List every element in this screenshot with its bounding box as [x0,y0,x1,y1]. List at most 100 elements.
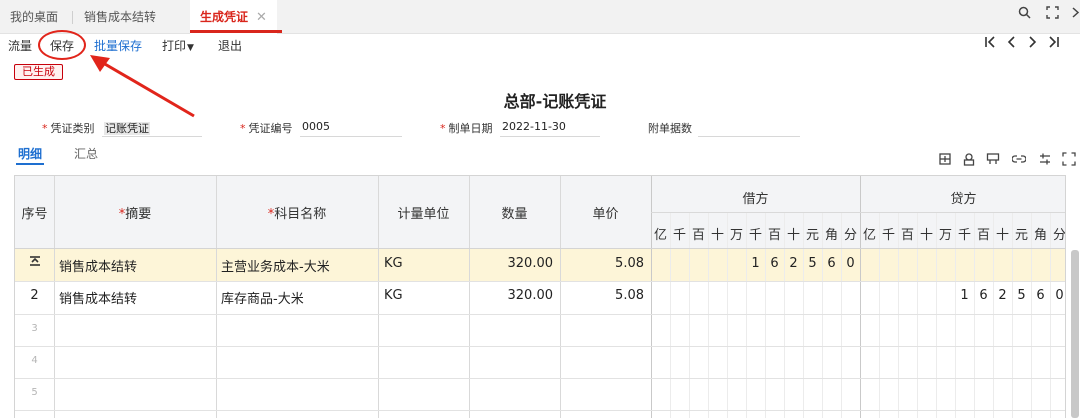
header-summary: *摘要 [118,207,152,222]
insert-row-icon[interactable] [938,152,952,170]
digit-col-sep [708,212,709,418]
row-2-seq: 2 [30,288,39,303]
voucher-type-label: * 凭证类别 [42,122,95,135]
debit-digit-header: 千 [672,228,686,243]
row-3-seq: 3 [31,323,38,334]
header-bottom [15,248,1065,249]
tab-generate-voucher[interactable]: 生成凭证 ✕ [190,0,277,34]
credit-digit-header: 千 [957,228,971,243]
row-1-debit-digit: 0 [846,256,855,271]
tab-desktop[interactable]: 我的桌面 [10,0,58,34]
digit-col-sep [1050,212,1051,418]
credit-digit-header: 千 [881,228,895,243]
credit-digit-header: 万 [938,228,952,243]
row-line [15,346,1065,347]
row-5-seq: 5 [31,387,38,398]
close-icon[interactable]: ✕ [256,10,267,25]
debit-digit-header: 元 [805,228,819,243]
row-2-credit-digit: 0 [1055,288,1064,303]
digit-col-sep [974,212,975,418]
subtab-detail[interactable]: 明细 [18,145,42,162]
exit-button[interactable]: 退出 [218,37,242,54]
debit-digit-header: 千 [748,228,762,243]
digit-col-sep [746,212,747,418]
annotation-circle [38,30,86,60]
close-icon[interactable] [1072,6,1080,23]
digit-col-sep [879,212,880,418]
active-tab-indicator [190,30,282,33]
link-icon[interactable] [1011,152,1027,170]
voucher-date-label: * 制单日期 [440,122,493,135]
fullscreen-icon[interactable] [1062,152,1076,170]
adjust-icon[interactable] [1038,152,1052,170]
debit-digit-header: 亿 [653,228,667,243]
first-record-icon[interactable] [984,35,996,53]
last-record-icon[interactable] [1048,35,1060,53]
row-drag-icon[interactable] [15,255,54,271]
prev-record-icon[interactable] [1006,35,1016,53]
row-4-seq: 4 [31,355,38,366]
attachment-count-underline [698,136,800,137]
search-icon[interactable] [1018,6,1031,23]
digit-col-sep [670,212,671,418]
tab-bar: 我的桌面 销售成本结转 生成凭证 ✕ [0,0,1080,34]
col-sep [216,176,217,418]
copy-icon[interactable] [962,152,976,170]
row-line [15,281,1065,282]
header-split [651,212,1065,213]
credit-digit-header: 元 [1014,228,1028,243]
row-1-unit[interactable]: KG [384,256,403,271]
row-1-debit-digit: 6 [770,256,779,271]
row-2-qty[interactable]: 320.00 [469,288,554,303]
attachment-count-label: 附单据数 [648,122,692,135]
digit-col-sep [1012,212,1013,418]
page-title: 总部-记账凭证 [503,92,607,111]
row-1-qty[interactable]: 320.00 [469,256,554,271]
header-account: *科目名称 [267,207,327,222]
row-line [15,314,1065,315]
template-icon[interactable] [986,152,1000,170]
row-1-price[interactable]: 5.08 [560,256,644,271]
row-2-account[interactable]: 库存商品-大米 [221,288,304,307]
row-1-debit-digit: 6 [827,256,836,271]
voucher-date-underline [500,136,600,137]
row-1-summary[interactable]: 销售成本结转 [59,256,137,275]
row-2-credit-digit: 5 [1017,288,1026,303]
digit-col-sep [898,212,899,418]
voucher-number-field[interactable]: 0005 [302,120,330,133]
row-line [15,410,1065,411]
next-record-icon[interactable] [1028,35,1038,53]
digit-col-sep [993,212,994,418]
debit-digit-header: 角 [824,228,838,243]
row-2-credit-digit: 6 [1036,288,1045,303]
tab-divider [72,11,73,24]
row-2-price[interactable]: 5.08 [560,288,644,303]
row-2-unit[interactable]: KG [384,288,403,303]
digit-col-sep [822,212,823,418]
digit-col-sep [765,212,766,418]
row-2-credit-digit: 1 [960,288,969,303]
digit-col-sep [955,212,956,418]
voucher-date-field[interactable]: 2022-11-30 [502,120,566,133]
voucher-type-field[interactable]: 记账凭证 [104,120,150,136]
credit-digit-header: 百 [900,228,914,243]
print-label: 打印 [162,39,187,53]
voucher-grid: 序号 *摘要 *科目名称 计量单位 数量 单价 借方 贷方 亿千百十万千百十元角… [14,175,1066,418]
tab-sales-cost-transfer[interactable]: 销售成本结转 [84,0,156,34]
row-2-credit-digit: 2 [998,288,1007,303]
digit-col-sep [689,212,690,418]
vertical-scrollbar[interactable] [1071,250,1079,418]
header-qty: 数量 [501,207,528,222]
subtab-summary[interactable]: 汇总 [74,145,98,162]
row-2-summary[interactable]: 销售成本结转 [59,288,137,307]
voucher-number-underline [300,136,402,137]
subtab-indicator [16,163,44,165]
digit-col-sep [936,212,937,418]
row-2-credit-digit: 6 [979,288,988,303]
restore-icon[interactable] [1046,6,1059,23]
voucher-number-label: * 凭证编号 [240,122,293,135]
flow-button[interactable]: 流量 [8,37,32,54]
credit-digit-header: 百 [976,228,990,243]
row-1-account[interactable]: 主营业务成本-大米 [221,256,330,275]
debit-digit-header: 百 [691,228,705,243]
